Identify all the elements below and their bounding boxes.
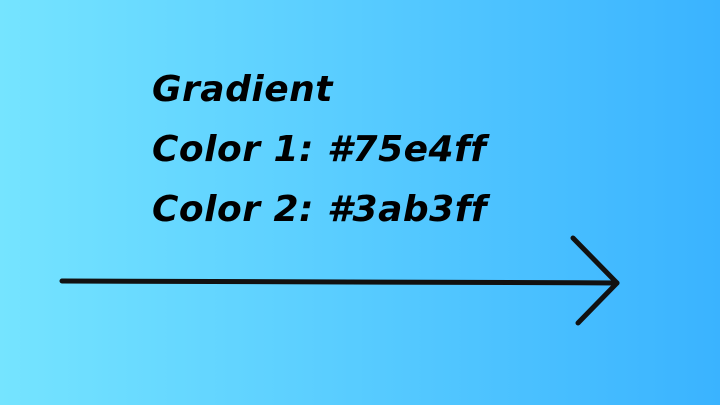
- arrow-shaft: [59, 278, 620, 286]
- gradient-canvas: Gradient Color 1: #75e4ff Color 2: #3ab3…: [0, 0, 720, 405]
- arrow-right-icon: [59, 235, 620, 326]
